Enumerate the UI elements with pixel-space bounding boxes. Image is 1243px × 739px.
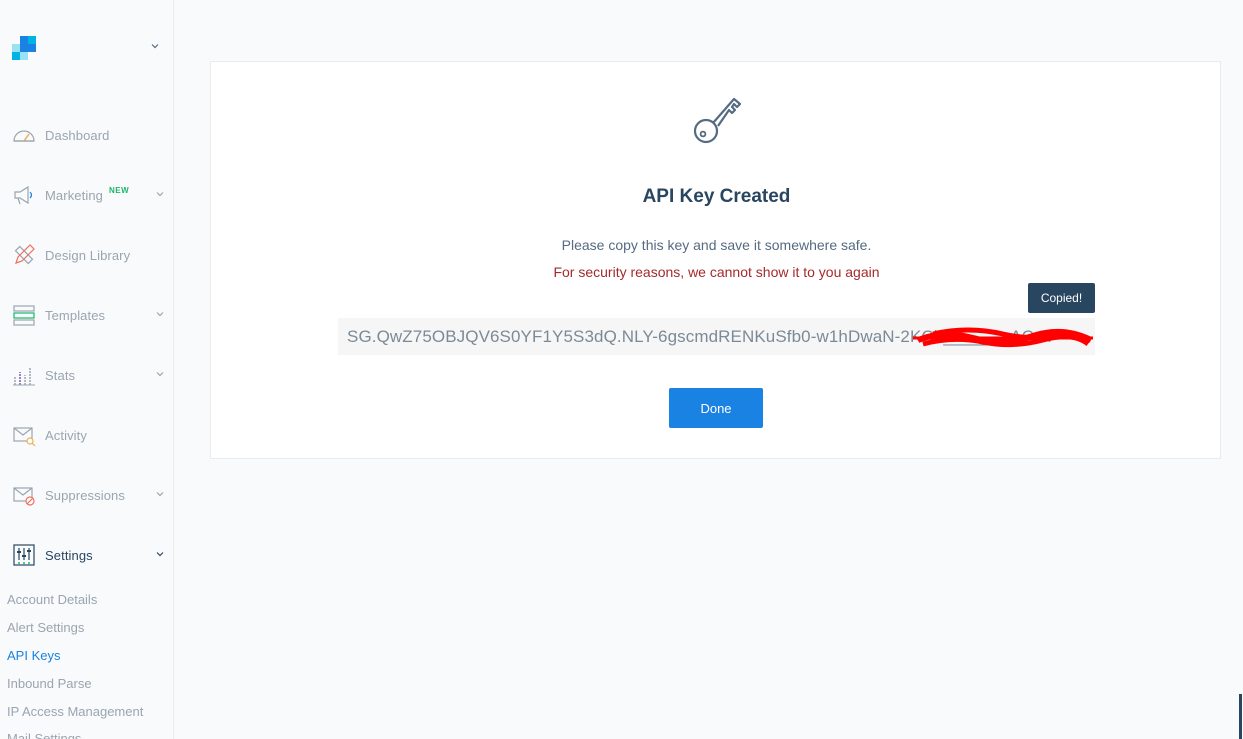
new-badge: NEW (109, 186, 130, 195)
subnav-api-keys[interactable]: API Keys (7, 648, 60, 663)
nav-label: Suppressions (45, 487, 125, 503)
nav-dashboard[interactable]: Dashboard (0, 115, 174, 155)
bar-chart-icon (13, 368, 35, 386)
key-icon (693, 97, 742, 144)
chevron-down-icon (156, 192, 164, 197)
nav-label: Settings (45, 547, 93, 563)
sidebar: Dashboard Marketing NEW Design Library T… (0, 0, 174, 739)
chevron-down-icon (156, 552, 164, 557)
chevron-down-icon (156, 312, 164, 317)
nav-label: Dashboard (45, 127, 110, 143)
nav-activity[interactable]: Activity (0, 415, 174, 455)
subnav-inbound-parse[interactable]: Inbound Parse (7, 676, 92, 691)
envelope-blocked-icon (13, 487, 35, 506)
chevron-down-icon (156, 492, 164, 497)
nav-label: Marketing (45, 187, 103, 203)
nav-templates[interactable]: Templates (0, 295, 174, 335)
copied-tooltip: Copied! (1028, 283, 1095, 313)
nav-marketing[interactable]: Marketing NEW (0, 175, 174, 215)
card-title: API Key Created (642, 186, 791, 207)
copy-instructions: Please copy this key and save it somewhe… (561, 237, 872, 253)
subnav-account-details[interactable]: Account Details (7, 592, 97, 607)
nav-label: Design Library (45, 247, 131, 263)
nav-settings[interactable]: Settings (0, 535, 174, 575)
sliders-icon (13, 544, 35, 566)
api-key-created-card: API Key Created Please copy this key and… (210, 61, 1221, 459)
nav-label: Activity (45, 427, 87, 443)
megaphone-icon (14, 185, 33, 205)
done-button[interactable]: Done (669, 388, 763, 428)
pencil-ruler-icon (14, 244, 35, 265)
api-key-field[interactable]: SG.QwZ75OBJQV6S0YF1Y5S3dQ.NLY-6gscmdRENK… (338, 318, 1095, 355)
nav-stats[interactable]: Stats (0, 355, 174, 395)
envelope-search-icon (13, 427, 36, 447)
dashboard-gauge-icon (13, 130, 35, 142)
nav-label: Templates (45, 307, 106, 323)
security-warning: For security reasons, we cannot show it … (553, 264, 880, 280)
nav-suppressions[interactable]: Suppressions (0, 475, 174, 515)
window-edge-divider (1239, 694, 1242, 739)
subnav-mail-settings[interactable]: Mail Settings (7, 731, 81, 739)
sendgrid-logo-icon (12, 36, 36, 60)
account-switcher[interactable] (0, 30, 174, 66)
chevron-down-icon (156, 372, 164, 377)
subnav-ip-access-management[interactable]: IP Access Management (7, 704, 143, 719)
templates-icon (13, 305, 35, 326)
nav-design-library[interactable]: Design Library (0, 235, 174, 275)
redaction-scribble (913, 327, 1093, 348)
nav-label: Stats (45, 367, 76, 383)
subnav-alert-settings[interactable]: Alert Settings (7, 620, 84, 635)
chevron-down-icon (151, 44, 159, 49)
